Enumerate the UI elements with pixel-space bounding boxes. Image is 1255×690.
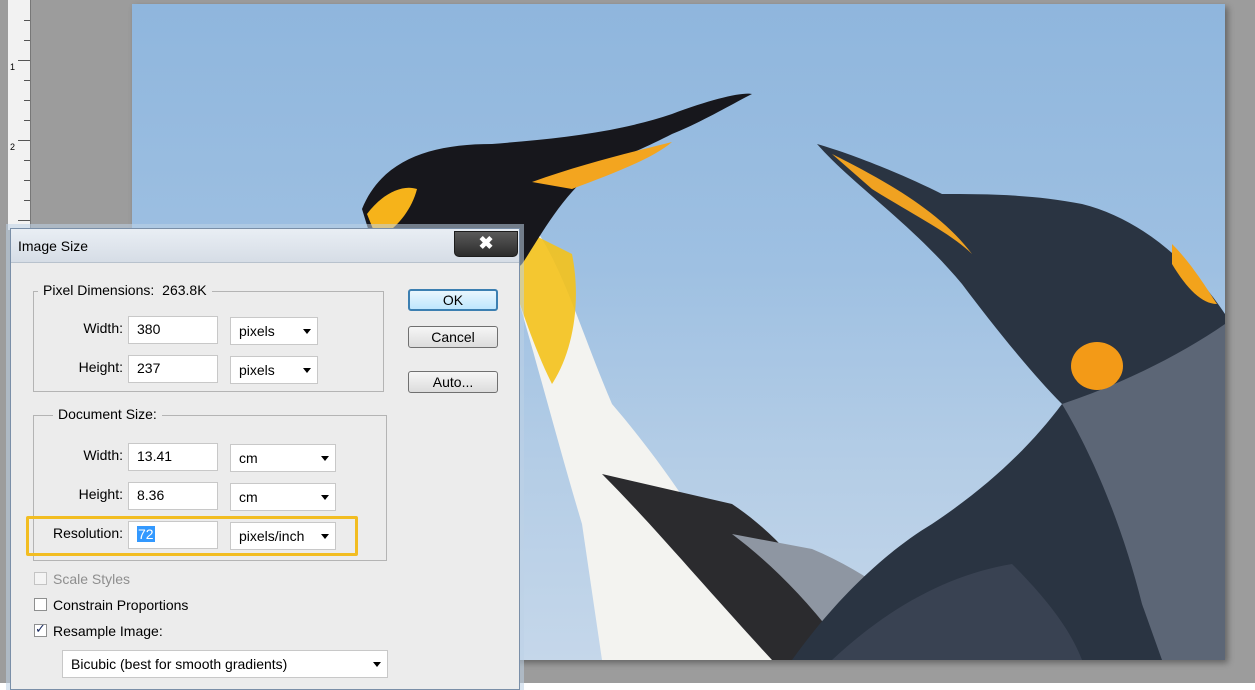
pixel-height-unit-value: pixels [239,362,275,378]
cancel-button[interactable]: Cancel [408,326,498,348]
ruler-mark-1: 1 [10,62,16,72]
document-width-unit-value: cm [239,450,258,466]
pixel-height-unit-select[interactable]: pixels [230,356,318,384]
pixel-dimensions-legend: Pixel Dimensions: 263.8K [38,282,212,298]
document-height-unit-select[interactable]: cm [230,483,336,511]
resolution-label: Resolution: [52,525,123,541]
document-height-input[interactable]: 8.36 [128,482,218,510]
ruler-mark-2: 2 [10,142,16,152]
scale-styles-label: Scale Styles [53,571,131,587]
resolution-unit-select[interactable]: pixels/inch [230,522,336,550]
constrain-proportions-label: Constrain Proportions [53,597,189,613]
pixel-width-label: Width: [83,320,123,336]
dialog-titlebar[interactable]: Image Size ✖ [11,229,519,263]
resolution-input[interactable]: 72 [128,521,218,549]
pixel-width-input[interactable]: 380 [128,316,218,344]
chevron-down-icon [321,456,329,461]
image-size-dialog: Image Size ✖ Pixel Dimensions: 263.8K Wi… [10,228,520,690]
vertical-ruler: 1 2 [8,0,31,230]
checkmark-icon: ✓ [35,621,46,636]
document-width-label: Width: [83,447,123,463]
document-width-input[interactable]: 13.41 [128,443,218,471]
document-height-label: Height: [78,486,123,502]
pixel-dimensions-label: Pixel Dimensions: [43,282,155,298]
resolution-unit-value: pixels/inch [239,528,305,544]
pixel-dimensions-size: 263.8K [162,282,207,298]
resample-method-select[interactable]: Bicubic (best for smooth gradients) [62,650,388,678]
pixel-height-input[interactable]: 237 [128,355,218,383]
scale-styles-checkbox[interactable] [34,572,47,585]
chevron-down-icon [303,368,311,373]
chevron-down-icon [321,534,329,539]
close-icon: ✖ [478,233,494,253]
resolution-value-selected: 72 [137,526,155,542]
pixel-width-unit-select[interactable]: pixels [230,317,318,345]
document-width-unit-select[interactable]: cm [230,444,336,472]
chevron-down-icon [321,495,329,500]
chevron-down-icon [373,662,381,667]
document-height-unit-value: cm [239,489,258,505]
auto-button[interactable]: Auto... [408,371,498,393]
pixel-width-unit-value: pixels [239,323,275,339]
dialog-title: Image Size [18,238,89,254]
close-button[interactable]: ✖ [454,231,518,257]
chevron-down-icon [303,329,311,334]
pixel-height-label: Height: [78,359,123,375]
ok-button[interactable]: OK [408,289,498,311]
resample-image-label: Resample Image: [53,623,163,639]
resample-method-value: Bicubic (best for smooth gradients) [71,656,288,672]
document-size-legend: Document Size: [53,406,162,422]
constrain-proportions-checkbox[interactable] [34,598,47,611]
resample-image-checkbox[interactable]: ✓ [34,621,47,637]
